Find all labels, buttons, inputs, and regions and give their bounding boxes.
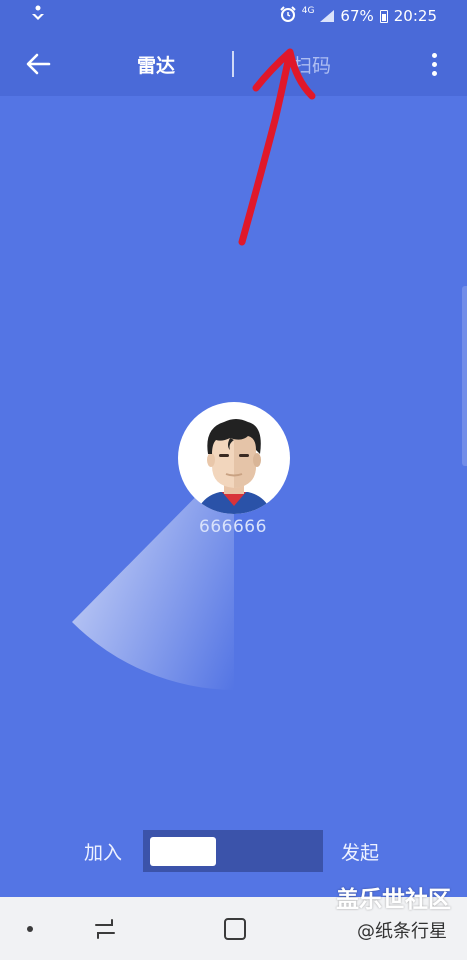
signal-icon: [320, 10, 335, 22]
arrow-left-icon: [26, 53, 51, 75]
network-type: 4G: [301, 6, 315, 16]
battery-icon: [379, 9, 388, 23]
clock-time: 20:25: [393, 7, 437, 25]
superman-avatar-icon: [196, 419, 272, 514]
tab-radar[interactable]: 雷达: [116, 32, 196, 96]
join-label[interactable]: 加入: [84, 838, 128, 865]
mode-toggle-knob[interactable]: [150, 837, 216, 866]
download-notification-icon: [30, 5, 46, 27]
nav-dot-icon[interactable]: [27, 926, 33, 932]
more-vertical-icon: [431, 52, 437, 58]
status-bar: 4G 67% 20:25: [0, 0, 467, 32]
more-button[interactable]: [420, 48, 448, 80]
home-icon[interactable]: [224, 918, 246, 940]
start-label[interactable]: 发起: [341, 838, 385, 865]
avatar[interactable]: [178, 402, 290, 514]
back-button[interactable]: [22, 48, 54, 80]
app-toolbar: 雷达 扫码: [0, 32, 467, 96]
recent-apps-icon[interactable]: [92, 916, 118, 942]
tab-scan[interactable]: 扫码: [272, 32, 352, 96]
username-label: 666666: [199, 517, 267, 537]
alarm-icon: [280, 6, 296, 26]
edge-panel-handle[interactable]: [462, 286, 467, 466]
watermark-main: 盖乐世社区: [336, 887, 451, 913]
watermark-sub: @纸条行星: [357, 921, 447, 942]
battery-percent: 67%: [340, 7, 374, 25]
tab-divider: [232, 51, 234, 77]
